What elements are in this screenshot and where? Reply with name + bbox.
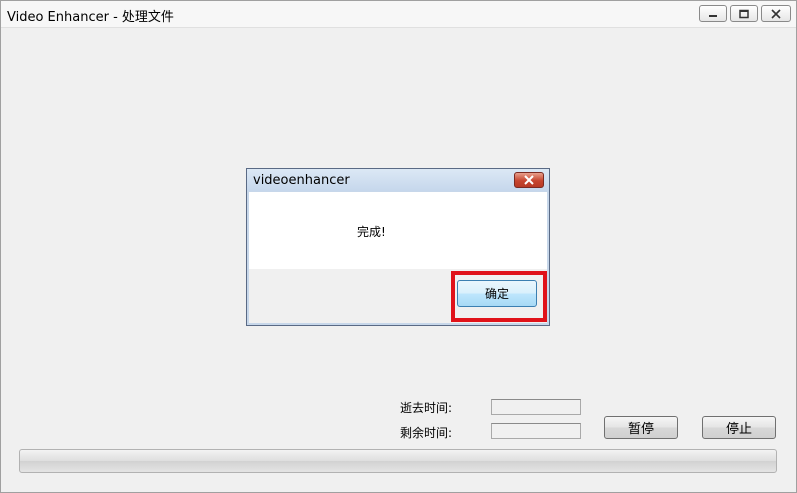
dialog-body: 完成! <box>249 192 547 269</box>
close-icon <box>524 175 534 185</box>
dialog-title: videoenhancer <box>253 173 350 188</box>
dialog-message: 完成! <box>357 225 386 239</box>
close-button[interactable] <box>761 5 791 22</box>
maximize-button[interactable] <box>730 5 758 22</box>
pause-button[interactable]: 暂停 <box>604 416 678 439</box>
elapsed-time-field <box>491 399 581 415</box>
stop-button[interactable]: 停止 <box>702 416 776 439</box>
minimize-icon <box>709 14 717 17</box>
dialog-close-button[interactable] <box>514 172 544 188</box>
elapsed-time-label: 逝去时间: <box>400 401 453 415</box>
restore-icon <box>739 9 749 18</box>
minimize-button[interactable] <box>699 5 727 22</box>
title-bar[interactable]: Video Enhancer - 处理文件 <box>1 1 796 28</box>
progress-bar <box>19 449 777 473</box>
remaining-time-field <box>491 423 581 439</box>
ok-button[interactable]: 确定 <box>457 280 537 307</box>
dialog-footer: 确定 <box>249 269 547 323</box>
dialog-title-bar[interactable]: videoenhancer <box>247 169 549 191</box>
remaining-time-label: 剩余时间: <box>400 426 453 440</box>
message-dialog: videoenhancer 完成! 确定 <box>246 168 550 326</box>
window-title: Video Enhancer - 处理文件 <box>7 10 174 25</box>
close-icon <box>771 8 781 19</box>
